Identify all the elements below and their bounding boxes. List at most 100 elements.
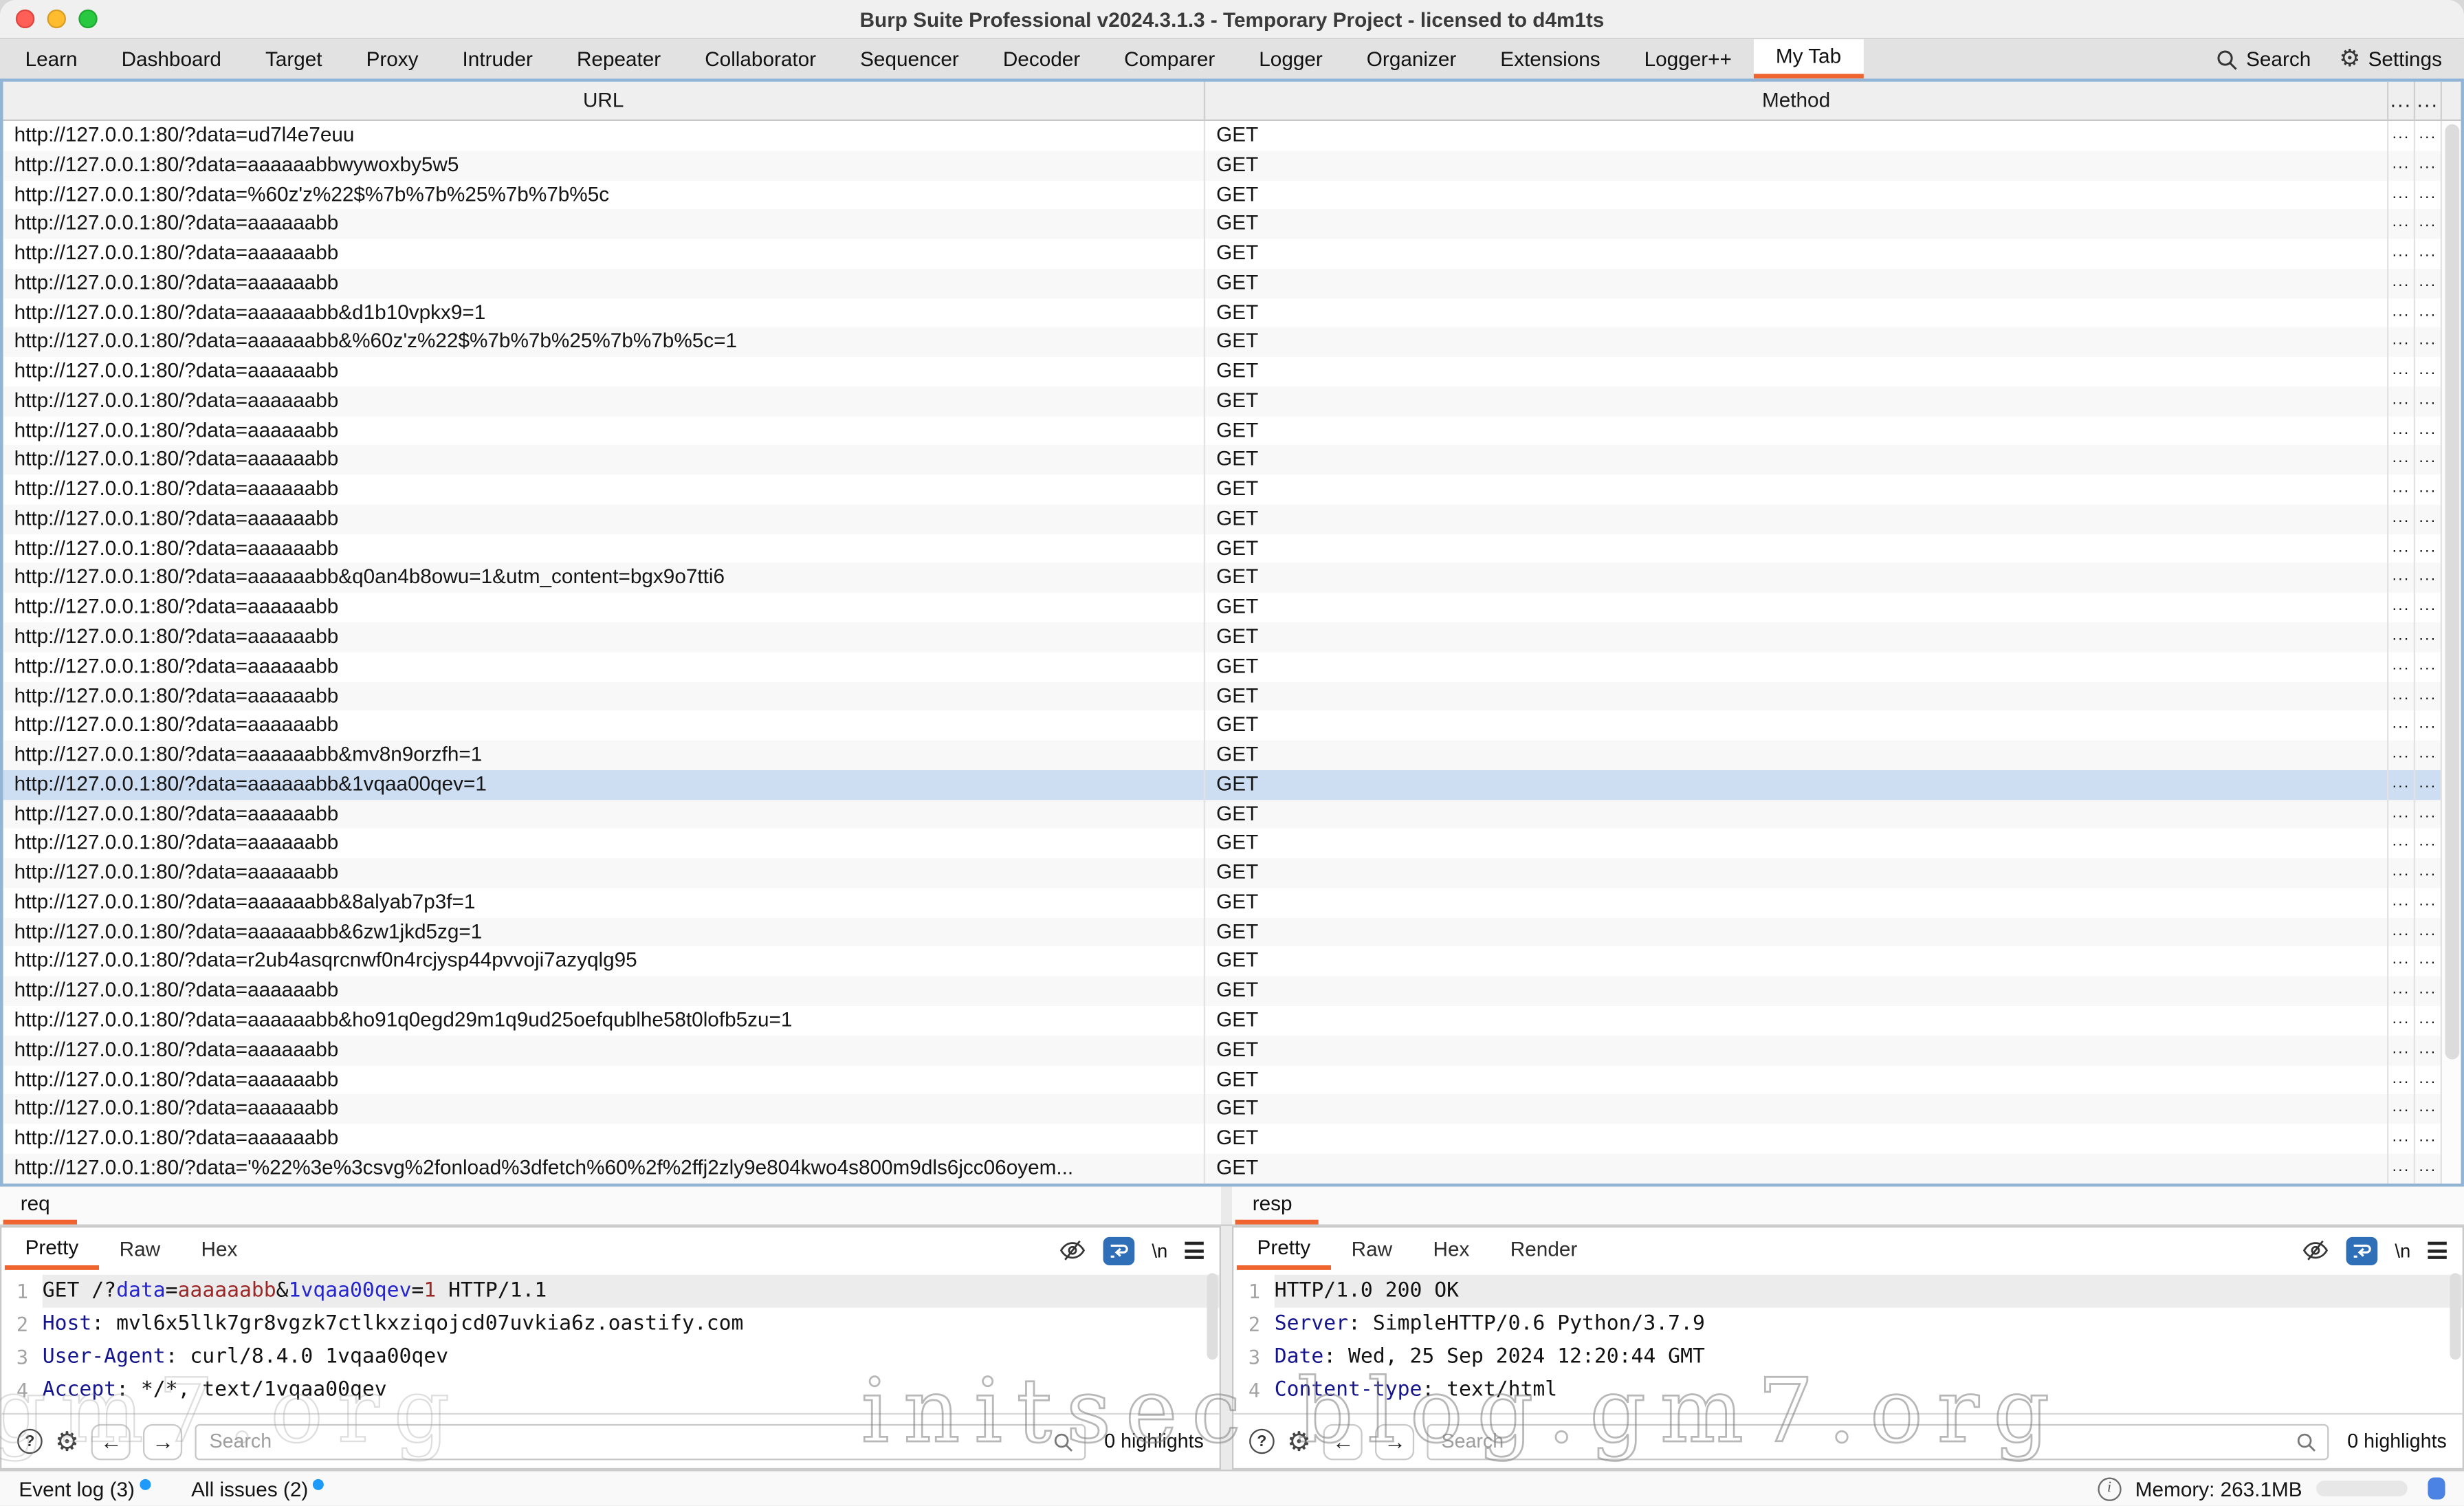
table-row[interactable]: http://127.0.0.1:80/?data=aaaaaabbGET...… bbox=[3, 446, 2461, 475]
table-row[interactable]: http://127.0.0.1:80/?data=aaaaaabbGET...… bbox=[3, 534, 2461, 563]
all-issues-button[interactable]: All issues (2) bbox=[191, 1476, 324, 1500]
nav-tab-dashboard[interactable]: Dashboard bbox=[100, 39, 243, 78]
table-row[interactable]: http://127.0.0.1:80/?data=%60z'z%22$%7b%… bbox=[3, 180, 2461, 210]
editor-tab-render[interactable]: Render bbox=[1490, 1231, 1598, 1270]
method-cell: GET bbox=[1205, 386, 2388, 416]
table-row[interactable]: http://127.0.0.1:80/?data=aaaaaabbGET...… bbox=[3, 652, 2461, 681]
help-icon[interactable]: ? bbox=[1249, 1429, 1275, 1454]
scrollbar-thumb[interactable] bbox=[2444, 124, 2458, 1060]
table-row[interactable]: http://127.0.0.1:80/?data=aaaaaabbGET...… bbox=[3, 800, 2461, 829]
menu-icon[interactable] bbox=[2428, 1238, 2446, 1263]
newline-toggle[interactable]: \n bbox=[2395, 1239, 2410, 1261]
table-row[interactable]: http://127.0.0.1:80/?data=aaaaaabb&8alya… bbox=[3, 888, 2461, 917]
table-row[interactable]: http://127.0.0.1:80/?data=aaaaaabbGET...… bbox=[3, 711, 2461, 741]
nav-tab-logger[interactable]: Logger++ bbox=[1622, 39, 1754, 78]
gear-icon[interactable]: ⚙ bbox=[1287, 1428, 1311, 1455]
table-row[interactable]: http://127.0.0.1:80/?data=aaaaaabbGET...… bbox=[3, 386, 2461, 416]
table-vertical-scrollbar[interactable] bbox=[2442, 121, 2461, 1183]
nav-tab-organizer[interactable]: Organizer bbox=[1345, 39, 1478, 78]
burp-suite-window: Burp Suite Professional v2024.3.1.3 - Te… bbox=[0, 0, 2464, 1506]
table-row[interactable]: http://127.0.0.1:80/?data=aaaaaabbGET...… bbox=[3, 210, 2461, 239]
table-row[interactable]: http://127.0.0.1:80/?data=aaaaaabbGET...… bbox=[3, 593, 2461, 622]
table-row[interactable]: http://127.0.0.1:80/?data=aaaaaabb&ho91q… bbox=[3, 1006, 2461, 1036]
method-cell: GET bbox=[1205, 563, 2388, 593]
table-row[interactable]: http://127.0.0.1:80/?data=aaaaaabbGET...… bbox=[3, 239, 2461, 269]
gear-icon[interactable]: ⚙ bbox=[55, 1428, 79, 1455]
table-row[interactable]: http://127.0.0.1:80/?data=aaaaaabbGET...… bbox=[3, 1036, 2461, 1065]
column-header-overflow[interactable]: ... bbox=[2388, 82, 2415, 120]
method-cell: GET bbox=[1205, 976, 2388, 1006]
response-search-input[interactable] bbox=[1429, 1430, 2296, 1452]
table-row[interactable]: http://127.0.0.1:80/?data=aaaaaabbGET...… bbox=[3, 681, 2461, 711]
nav-tab-comparer[interactable]: Comparer bbox=[1102, 39, 1237, 78]
table-row[interactable]: http://127.0.0.1:80/?data=aaaaaabbGET...… bbox=[3, 976, 2461, 1006]
editor-tab-raw[interactable]: Raw bbox=[99, 1231, 181, 1270]
nav-tab-my-tab[interactable]: My Tab bbox=[1754, 39, 1863, 78]
menu-icon[interactable] bbox=[1185, 1238, 1203, 1263]
editor-tab-pretty[interactable]: Pretty bbox=[1237, 1231, 1331, 1270]
table-row[interactable]: http://127.0.0.1:80/?data=aaaaaabbGET...… bbox=[3, 268, 2461, 298]
table-row[interactable]: http://127.0.0.1:80/?data=r2ub4asqrcnwf0… bbox=[3, 947, 2461, 976]
request-tab[interactable]: req bbox=[3, 1187, 77, 1225]
hide-nonprintable-icon[interactable] bbox=[2302, 1238, 2329, 1262]
nav-tab-collaborator[interactable]: Collaborator bbox=[683, 39, 838, 78]
table-row[interactable]: http://127.0.0.1:80/?data=aaaaaabb&d1b10… bbox=[3, 298, 2461, 327]
response-tab[interactable]: resp bbox=[1235, 1187, 1319, 1225]
help-icon[interactable]: ? bbox=[17, 1429, 43, 1454]
nav-tab-learn[interactable]: Learn bbox=[3, 39, 100, 78]
nav-tab-sequencer[interactable]: Sequencer bbox=[838, 39, 981, 78]
nav-tab-repeater[interactable]: Repeater bbox=[555, 39, 683, 78]
nav-tab-target[interactable]: Target bbox=[243, 39, 344, 78]
table-row[interactable]: http://127.0.0.1:80/?data=aaaaaabbGET...… bbox=[3, 505, 2461, 534]
zoom-window-button[interactable] bbox=[78, 10, 97, 28]
next-match-button[interactable]: → bbox=[144, 1423, 183, 1460]
table-row[interactable]: http://127.0.0.1:80/?data=aaaaaabbGET...… bbox=[3, 416, 2461, 446]
settings-button[interactable]: ⚙ Settings bbox=[2339, 47, 2442, 71]
table-row[interactable]: http://127.0.0.1:80/?data=aaaaaabbwywoxb… bbox=[3, 151, 2461, 180]
editor-scrollbar-thumb[interactable] bbox=[1207, 1273, 1218, 1359]
editor-tab-raw[interactable]: Raw bbox=[1331, 1231, 1413, 1270]
editor-tab-hex[interactable]: Hex bbox=[181, 1231, 258, 1270]
hide-nonprintable-icon[interactable] bbox=[1059, 1238, 1086, 1262]
newline-toggle[interactable]: \n bbox=[1152, 1239, 1167, 1261]
table-row[interactable]: http://127.0.0.1:80/?data=aaaaaabb&q0an4… bbox=[3, 563, 2461, 593]
table-row[interactable]: http://127.0.0.1:80/?data=aaaaaabbGET...… bbox=[3, 1094, 2461, 1124]
word-wrap-toggle[interactable] bbox=[1103, 1236, 1135, 1265]
editor-tab-pretty[interactable]: Pretty bbox=[5, 1231, 99, 1270]
global-search-button[interactable]: Search bbox=[2216, 47, 2311, 71]
info-icon[interactable]: i bbox=[2098, 1476, 2121, 1500]
editor-tab-hex[interactable]: Hex bbox=[1413, 1231, 1490, 1270]
table-row[interactable]: http://127.0.0.1:80/?data=aaaaaabb&%60z'… bbox=[3, 327, 2461, 357]
table-row[interactable]: http://127.0.0.1:80/?data=aaaaaabbGET...… bbox=[3, 1124, 2461, 1153]
word-wrap-toggle[interactable] bbox=[2346, 1236, 2378, 1265]
column-header-overflow[interactable]: ... bbox=[2415, 82, 2442, 120]
previous-match-button[interactable]: ← bbox=[1323, 1423, 1363, 1460]
table-row[interactable]: http://127.0.0.1:80/?data=aaaaaabbGET...… bbox=[3, 357, 2461, 386]
event-log-button[interactable]: Event log (3) bbox=[19, 1476, 150, 1500]
table-row[interactable]: http://127.0.0.1:80/?data=aaaaaabbGET...… bbox=[3, 622, 2461, 652]
request-editor[interactable]: 1GET /?data=aaaaaabb&1vqaa00qev=1 HTTP/1… bbox=[1, 1270, 1219, 1413]
nav-tab-logger[interactable]: Logger bbox=[1237, 39, 1345, 78]
column-header-method[interactable]: Method bbox=[1205, 82, 2388, 120]
editor-scrollbar-thumb[interactable] bbox=[2450, 1273, 2461, 1359]
next-match-button[interactable]: → bbox=[1376, 1423, 1415, 1460]
previous-match-button[interactable]: ← bbox=[91, 1423, 131, 1460]
request-search-input[interactable] bbox=[197, 1430, 1053, 1452]
table-row[interactable]: http://127.0.0.1:80/?data=aaaaaabb&6zw1j… bbox=[3, 917, 2461, 947]
response-editor[interactable]: 1HTTP/1.0 200 OK2Server: SimpleHTTP/0.6 … bbox=[1233, 1270, 2462, 1413]
table-row[interactable]: http://127.0.0.1:80/?data=aaaaaabb&1vqaa… bbox=[3, 770, 2461, 800]
table-row[interactable]: http://127.0.0.1:80/?data=aaaaaabbGET...… bbox=[3, 829, 2461, 858]
nav-tab-intruder[interactable]: Intruder bbox=[441, 39, 555, 78]
table-row[interactable]: http://127.0.0.1:80/?data=aaaaaabbGET...… bbox=[3, 1065, 2461, 1095]
column-header-url[interactable]: URL bbox=[3, 82, 1206, 120]
close-window-button[interactable] bbox=[16, 10, 34, 28]
table-row[interactable]: http://127.0.0.1:80/?data=ud7l4e7euuGET.… bbox=[3, 121, 2461, 151]
table-row[interactable]: http://127.0.0.1:80/?data=aaaaaabbGET...… bbox=[3, 475, 2461, 505]
table-row[interactable]: http://127.0.0.1:80/?data='%22%3e%3csvg%… bbox=[3, 1153, 2461, 1183]
nav-tab-extensions[interactable]: Extensions bbox=[1478, 39, 1622, 78]
nav-tab-proxy[interactable]: Proxy bbox=[344, 39, 441, 78]
table-row[interactable]: http://127.0.0.1:80/?data=aaaaaabb&mv8n9… bbox=[3, 741, 2461, 770]
minimize-window-button[interactable] bbox=[47, 10, 66, 28]
nav-tab-decoder[interactable]: Decoder bbox=[981, 39, 1102, 78]
table-row[interactable]: http://127.0.0.1:80/?data=aaaaaabbGET...… bbox=[3, 858, 2461, 888]
